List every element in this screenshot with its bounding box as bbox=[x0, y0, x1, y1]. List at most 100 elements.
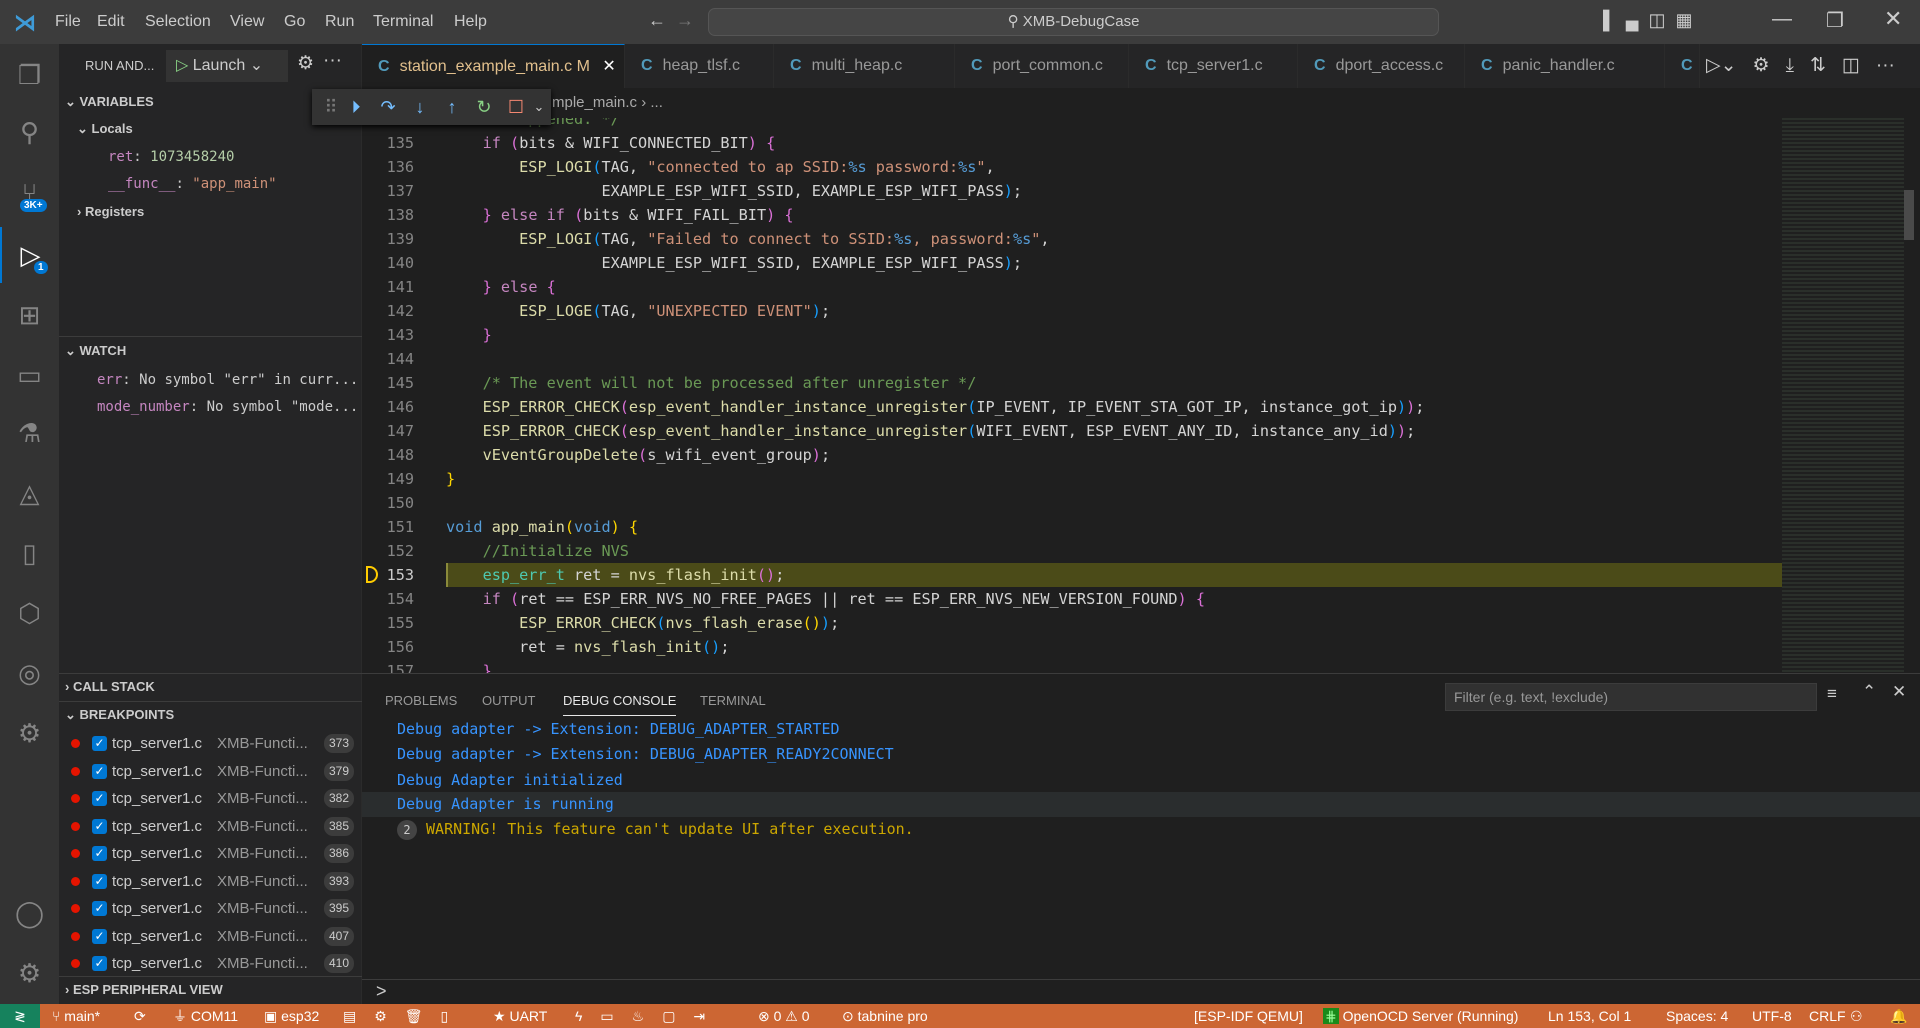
line-number[interactable]: 143 bbox=[362, 323, 414, 347]
split-editor-icon[interactable]: ◫ bbox=[1842, 44, 1860, 88]
line-number[interactable]: 142 bbox=[362, 299, 414, 323]
code-line[interactable]: esp_err_t ret = nvs_flash_init(); bbox=[446, 563, 785, 587]
esp-idf-explorer-icon[interactable]: ◬ bbox=[0, 465, 59, 521]
manage-gear-icon[interactable]: ⚙ bbox=[0, 945, 59, 1001]
menu-file[interactable]: File bbox=[55, 0, 81, 44]
search-view-icon[interactable]: ⚲ bbox=[0, 104, 59, 160]
esp-idf-actions-icons[interactable]: ▤⚙🗑▯ bbox=[343, 1004, 466, 1028]
code-line[interactable]: EXAMPLE_ESP_WIFI_SSID, EXAMPLE_ESP_WIFI_… bbox=[446, 251, 1022, 275]
breakpoint-checkbox[interactable]: ✓ bbox=[92, 763, 107, 779]
sync-icon[interactable]: ⟳ bbox=[134, 1004, 146, 1028]
layout-toggle-icons[interactable]: ▌▄◫▦ bbox=[1603, 10, 1703, 31]
line-number[interactable]: 135 bbox=[362, 131, 414, 155]
breakpoint-checkbox[interactable]: ✓ bbox=[92, 846, 107, 861]
breakpoint-row[interactable]: ✓ tcp_server1.c XMB-Functi... 385 bbox=[59, 813, 362, 840]
code-line[interactable]: ESP_ERROR_CHECK(nvs_flash_erase()); bbox=[446, 611, 839, 635]
more-actions-icon[interactable]: ··· bbox=[323, 50, 342, 72]
breakpoint-checkbox[interactable]: ✓ bbox=[92, 736, 107, 751]
menu-help[interactable]: Help bbox=[454, 0, 487, 44]
tab-overflow[interactable]: C bbox=[1665, 44, 1700, 88]
line-number[interactable]: 138 bbox=[362, 203, 414, 227]
breadcrumb[interactable]: mple_main.c › ... bbox=[362, 88, 1782, 118]
line-number[interactable]: 156 bbox=[362, 635, 414, 659]
code-line[interactable]: } bbox=[446, 467, 455, 491]
testing-icon[interactable]: ⚗ bbox=[0, 405, 59, 461]
line-number[interactable]: 147 bbox=[362, 419, 414, 443]
port-status[interactable]: ⏚ COM11 bbox=[173, 1004, 238, 1028]
tab-station-example-main[interactable]: Cstation_example_main.c M ✕ bbox=[362, 44, 625, 88]
code-line[interactable]: ESP_ERROR_CHECK(esp_event_handler_instan… bbox=[446, 395, 1425, 419]
minimap[interactable] bbox=[1782, 118, 1904, 673]
code-line[interactable]: ESP_LOGE(TAG, "UNEXPECTED EVENT"); bbox=[446, 299, 830, 323]
code-editor[interactable]: 134 * happened. */135 if (bits & WIFI_CO… bbox=[362, 118, 1782, 673]
tab-debug-console[interactable]: DEBUG CONSOLE bbox=[563, 686, 677, 716]
code-line[interactable]: } else { bbox=[446, 275, 556, 299]
gear-icon[interactable]: ⚙ bbox=[297, 52, 314, 75]
breakpoints-section-header[interactable]: ⌄ BREAKPOINTS bbox=[65, 702, 174, 728]
line-number[interactable]: 153 bbox=[362, 563, 414, 587]
breakpoint-row[interactable]: ✓ tcp_server1.c XMB-Functi... 373 bbox=[59, 730, 362, 757]
breakpoint-checkbox[interactable]: ✓ bbox=[92, 901, 107, 916]
tab-port-common[interactable]: Cport_common.c bbox=[955, 44, 1129, 88]
command-center-search[interactable]: ⚲ XMB-DebugCase bbox=[708, 8, 1439, 36]
notifications-icon[interactable]: 🔔 bbox=[1890, 1004, 1907, 1028]
drag-handle-icon[interactable]: ⠿ bbox=[322, 97, 340, 118]
forward-arrow-icon[interactable]: → bbox=[676, 10, 694, 31]
editor-scrollbar[interactable] bbox=[1904, 190, 1914, 240]
problems-status[interactable]: ⊗ 0 ⚠ 0 bbox=[758, 1004, 810, 1028]
locals-scope[interactable]: ⌄ Locals bbox=[77, 116, 133, 142]
gear-icon[interactable]: ⚙ bbox=[1753, 44, 1770, 88]
breakpoint-row[interactable]: ✓ tcp_server1.c XMB-Functi... 407 bbox=[59, 923, 362, 950]
close-tab-icon[interactable]: ✕ bbox=[602, 58, 615, 75]
chevron-down-icon[interactable]: ⌄ bbox=[532, 99, 546, 115]
breakpoint-checkbox[interactable]: ✓ bbox=[92, 956, 107, 971]
branch-status[interactable]: ⑂ main* bbox=[52, 1004, 100, 1028]
line-number[interactable]: 155 bbox=[362, 611, 414, 635]
console-filter-input[interactable]: Filter (e.g. text, !exclude) bbox=[1445, 683, 1817, 711]
line-number[interactable]: 157 bbox=[362, 659, 414, 673]
line-number[interactable]: 140 bbox=[362, 251, 414, 275]
clear-console-icon[interactable]: ≡ bbox=[1827, 684, 1837, 704]
code-line[interactable]: EXAMPLE_ESP_WIFI_SSID, EXAMPLE_ESP_WIFI_… bbox=[446, 179, 1022, 203]
breakpoint-checkbox[interactable]: ✓ bbox=[92, 818, 107, 834]
maximize-panel-icon[interactable]: ⌃ bbox=[1862, 682, 1876, 702]
settings-sync-icon[interactable]: ⚙ bbox=[0, 705, 59, 761]
remote-indicator-icon[interactable]: ≷ bbox=[0, 1004, 40, 1028]
code-line[interactable]: if (bits & WIFI_CONNECTED_BIT) { bbox=[446, 131, 776, 155]
menu-go[interactable]: Go bbox=[284, 0, 305, 44]
run-debug-icon[interactable]: ▷ 1 bbox=[0, 227, 59, 283]
step-out-icon[interactable]: ↑ bbox=[436, 97, 468, 118]
code-line[interactable]: ret = nvs_flash_init(); bbox=[446, 635, 729, 659]
code-line[interactable]: ESP_LOGI(TAG, "Failed to connect to SSID… bbox=[446, 227, 1049, 251]
flash-icon[interactable]: ⤓ bbox=[1786, 44, 1794, 88]
line-ending[interactable]: CRLF bbox=[1809, 1004, 1846, 1028]
line-number[interactable]: 141 bbox=[362, 275, 414, 299]
code-line[interactable]: void app_main(void) { bbox=[446, 515, 638, 539]
breakpoint-row[interactable]: ✓ tcp_server1.c XMB-Functi... 382 bbox=[59, 785, 362, 812]
idf-mode-status[interactable]: [ESP-IDF QEMU] bbox=[1194, 1004, 1303, 1028]
start-debug-icon[interactable]: ▷ bbox=[176, 57, 193, 74]
watch-row[interactable]: mode_number: No symbol "mode... bbox=[97, 394, 359, 420]
code-line[interactable]: if (ret == ESP_ERR_NVS_NO_FREE_PAGES || … bbox=[446, 587, 1205, 611]
tab-heap-tlsf[interactable]: Cheap_tlsf.c bbox=[625, 44, 774, 88]
registers-scope[interactable]: › Registers bbox=[77, 199, 144, 225]
line-number[interactable]: 150 bbox=[362, 491, 414, 515]
breakpoint-row[interactable]: ✓ tcp_server1.c XMB-Functi... 393 bbox=[59, 868, 362, 895]
step-into-icon[interactable]: ↓ bbox=[404, 97, 436, 118]
line-number[interactable]: 137 bbox=[362, 179, 414, 203]
tab-dport-access[interactable]: Cdport_access.c bbox=[1298, 44, 1465, 88]
watch-section-header[interactable]: ⌄ WATCH bbox=[65, 338, 126, 364]
breakpoint-row[interactable]: ✓ tcp_server1.c XMB-Functi... 395 bbox=[59, 895, 362, 922]
call-stack-section-header[interactable]: › CALL STACK bbox=[65, 674, 155, 700]
openocd-status[interactable]: ⋕ OpenOCD Server (Running) bbox=[1323, 1004, 1518, 1028]
menu-edit[interactable]: Edit bbox=[97, 0, 125, 44]
code-line[interactable]: /* The event will not be processed after… bbox=[446, 371, 977, 395]
minimize-icon[interactable]: — bbox=[1772, 8, 1792, 31]
close-panel-icon[interactable]: ✕ bbox=[1892, 682, 1906, 702]
cube-icon[interactable]: ⬡ bbox=[0, 585, 59, 641]
line-number[interactable]: 148 bbox=[362, 443, 414, 467]
code-line[interactable]: } bbox=[446, 323, 492, 347]
console-input[interactable]: > bbox=[376, 979, 387, 1003]
menu-view[interactable]: View bbox=[230, 0, 264, 44]
target-status[interactable]: ▣ esp32 bbox=[264, 1004, 319, 1028]
